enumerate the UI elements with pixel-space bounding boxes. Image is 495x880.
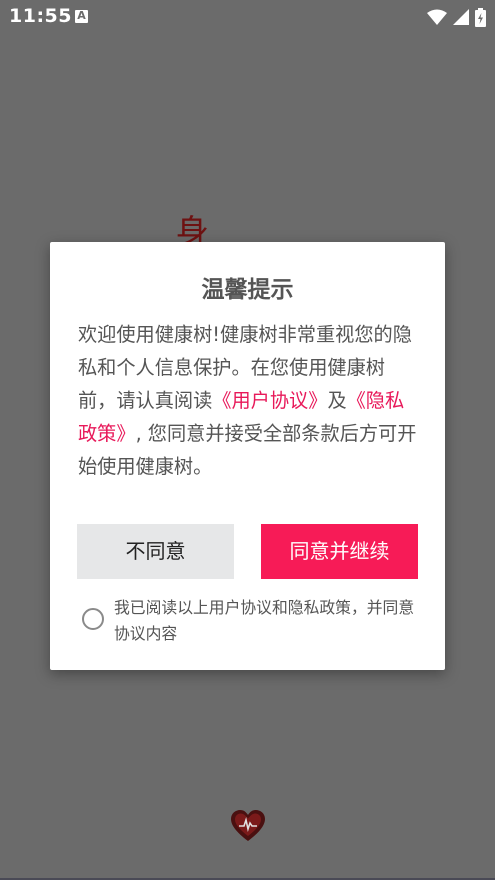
wifi-icon (427, 9, 447, 25)
a-app-icon: A (75, 9, 88, 23)
user-agreement-link[interactable]: 《用户协议》 (212, 389, 327, 412)
battery-charging-icon (475, 7, 486, 27)
decline-button[interactable]: 不同意 (77, 524, 234, 579)
signal-icon (453, 9, 469, 25)
dialog-title: 温馨提示 (201, 277, 294, 303)
heart-logo-icon (231, 810, 265, 841)
and-text: 及 (327, 389, 347, 412)
status-bar: 11:55 A (0, 0, 495, 34)
accept-continue-button[interactable]: 同意并继续 (261, 524, 418, 579)
agree-radio-button[interactable] (82, 608, 104, 630)
privacy-dialog: 温馨提示 欢迎使用健康树!健康树非常重视您的隐私和个人信息保护。在您使用健康树前… (50, 242, 445, 670)
status-icons (427, 6, 486, 28)
dialog-message: 欢迎使用健康树!健康树非常重视您的隐私和个人信息保护。在您使用健康树前，请认真阅… (78, 318, 418, 483)
agree-text[interactable]: 我已阅读以上用户协议和隐私政策，并同意协议内容 (114, 595, 426, 647)
status-time: 11:55 (9, 5, 72, 27)
